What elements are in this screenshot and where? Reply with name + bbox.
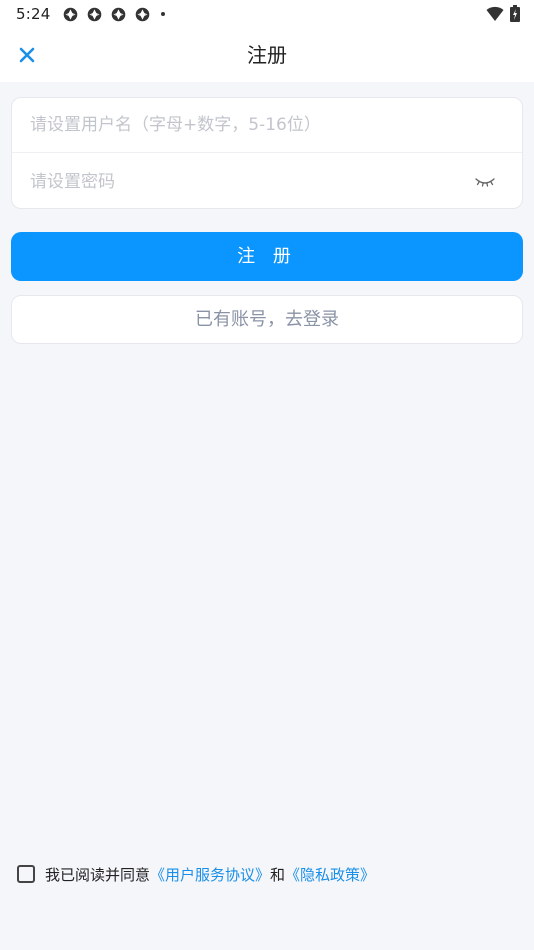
agreement-prefix: 我已阅读并同意 <box>45 865 151 884</box>
terms-link[interactable]: 《用户服务协议》 <box>150 864 270 885</box>
agreement-and: 和 <box>270 865 286 884</box>
app-header: 注册 <box>0 28 534 82</box>
app-notification-icon <box>64 7 78 21</box>
wifi-icon <box>486 6 504 21</box>
battery-icon <box>510 5 520 22</box>
username-row <box>12 98 522 153</box>
privacy-link[interactable]: 《隐私政策》 <box>285 864 375 885</box>
page-title: 注册 <box>247 43 287 67</box>
registration-form <box>11 97 523 209</box>
eye-closed-icon[interactable] <box>474 175 496 189</box>
app-notification-icon <box>136 7 150 21</box>
agreement-checkbox[interactable] <box>17 865 35 883</box>
password-input[interactable] <box>30 171 466 192</box>
status-bar: 5:24 <box>0 0 534 28</box>
agreement: 我已阅读并同意 《用户服务协议》 和 《隐私政策》 <box>17 862 375 886</box>
more-notifications-dot <box>161 12 166 16</box>
status-right <box>486 5 520 22</box>
password-row <box>12 154 522 209</box>
username-input[interactable] <box>30 115 504 135</box>
status-time: 5:24 <box>16 5 51 23</box>
app-notification-icon <box>88 7 102 21</box>
app-notification-icon <box>112 7 126 21</box>
go-login-button[interactable]: 已有账号，去登录 <box>11 295 523 344</box>
register-button[interactable]: 注 册 <box>11 232 523 281</box>
